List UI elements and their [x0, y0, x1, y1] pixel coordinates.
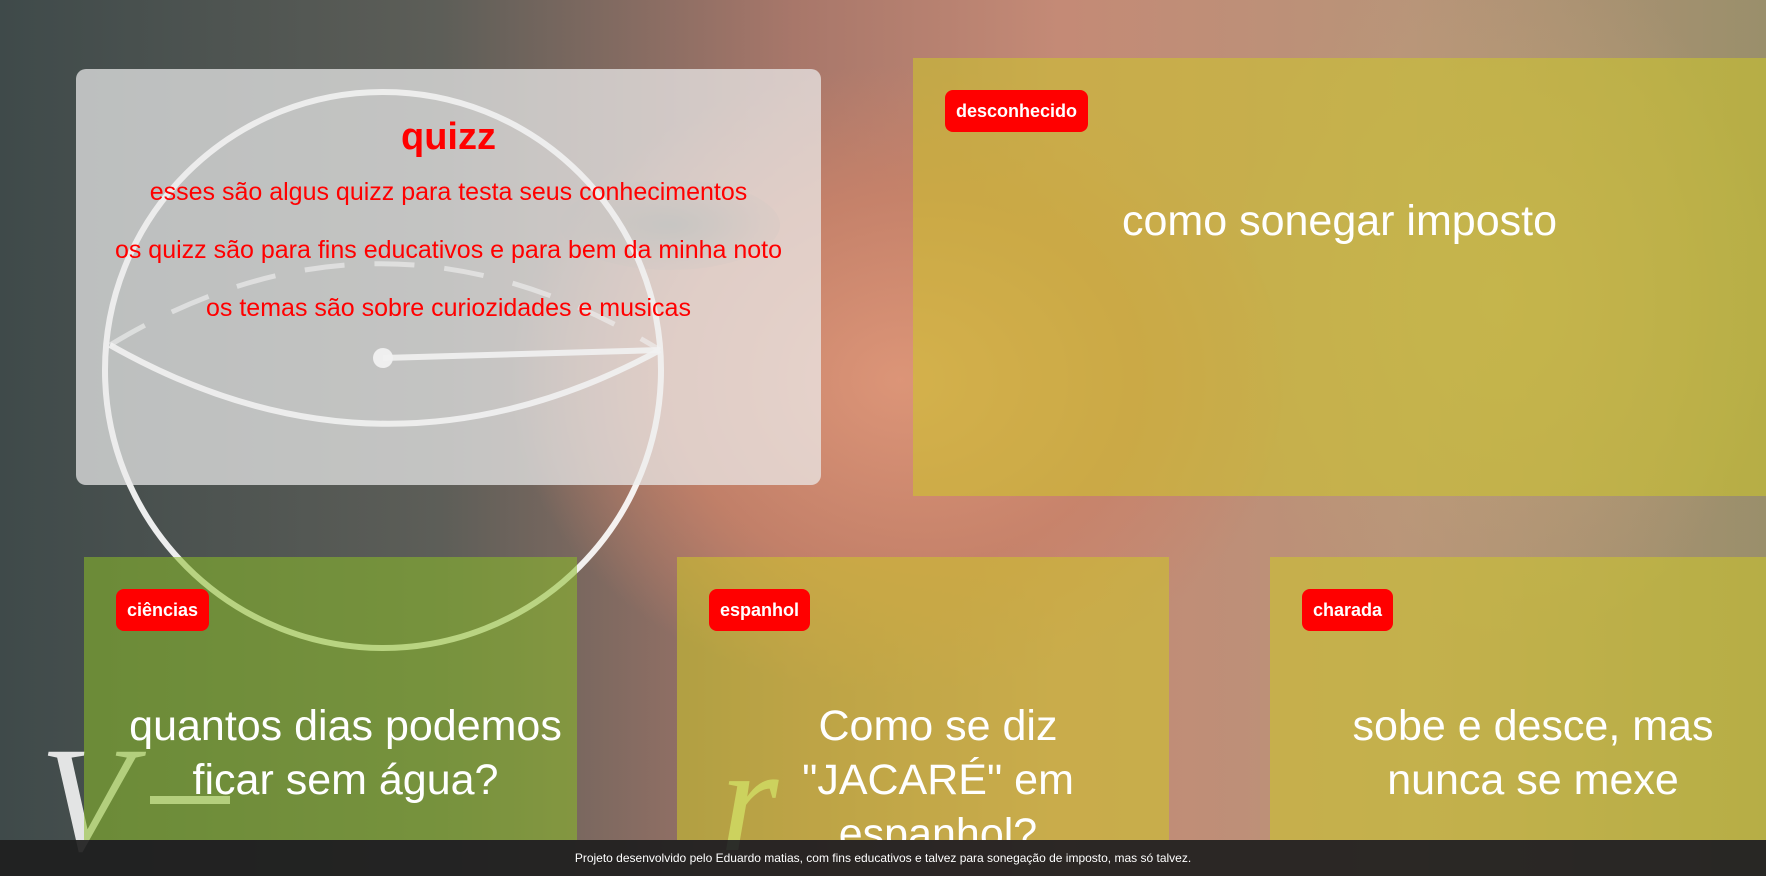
category-badge: desconhecido: [945, 90, 1089, 132]
intro-card: quizz esses são algus quizz para testa s…: [76, 69, 821, 485]
quiz-card-charada[interactable]: charada sobe e desce, mas nunca se mexe: [1270, 557, 1766, 840]
footer: Projeto desenvolvido pelo Eduardo matias…: [0, 840, 1766, 876]
quiz-question: quantos dias podemos ficar sem água?: [129, 702, 562, 804]
quiz-question: Como se diz "JACARÉ" em espanhol?: [802, 702, 1074, 840]
category-badge: espanhol: [709, 589, 811, 631]
quiz-card-desconhecido[interactable]: desconhecido como sonegar imposto: [913, 58, 1766, 496]
intro-line: esses são algus quizz para testa seus co…: [149, 178, 748, 206]
quiz-question: como sonegar imposto: [1122, 197, 1557, 245]
category-badge: charada: [1302, 589, 1394, 631]
intro-line: os temas são sobre curiozidades e musica…: [206, 294, 691, 322]
category-badge: ciências: [116, 589, 210, 631]
quiz-question: sobe e desce, mas nunca se mexe: [1352, 702, 1714, 804]
intro-title: quizz: [401, 116, 496, 158]
quiz-card-espanhol[interactable]: espanhol Como se diz "JACARÉ" em espanho…: [677, 557, 1169, 840]
intro-line: os quizz são para fins educativos e para…: [114, 236, 783, 264]
quiz-card-ciencias[interactable]: ciências quantos dias podemos ficar sem …: [84, 557, 577, 840]
footer-text: Projeto desenvolvido pelo Eduardo matias…: [574, 851, 1192, 865]
